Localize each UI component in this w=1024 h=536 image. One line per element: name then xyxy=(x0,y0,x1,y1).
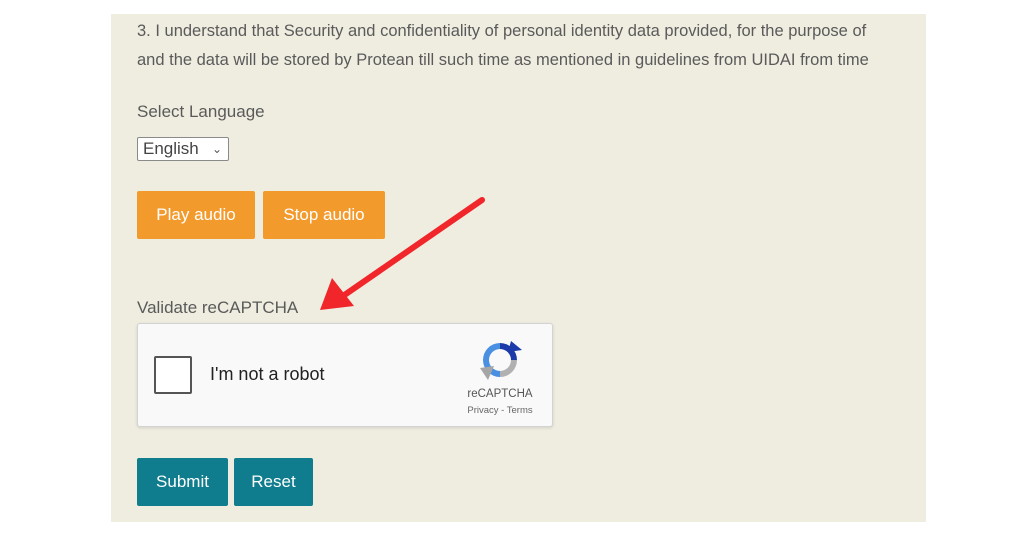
red-arrow-annotation xyxy=(320,197,485,310)
